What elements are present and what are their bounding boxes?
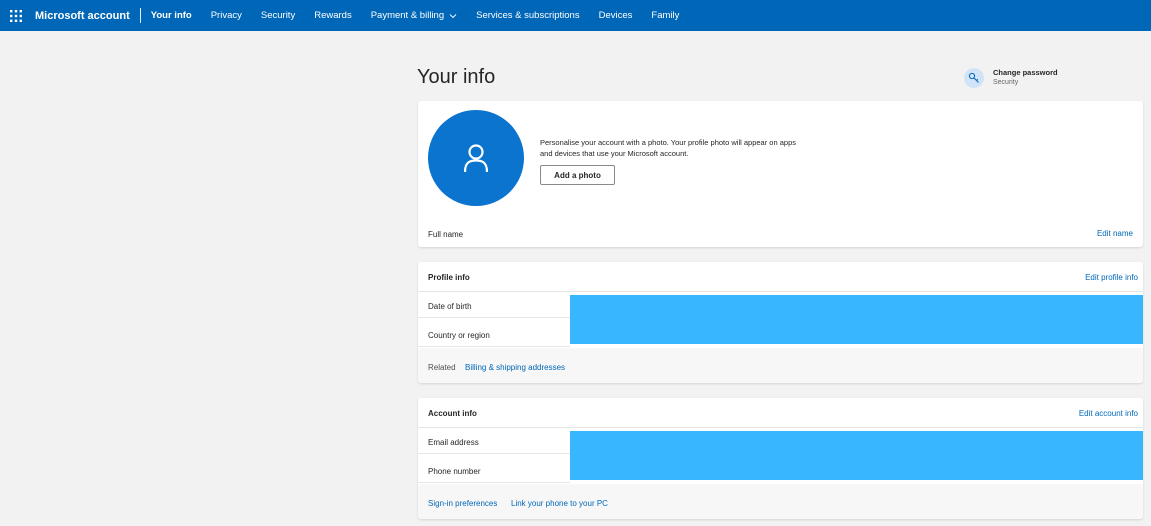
nav-privacy[interactable]: Privacy	[211, 10, 242, 21]
nav-services-subscriptions[interactable]: Services & subscriptions	[476, 10, 579, 21]
change-password-link[interactable]: Change password Security	[964, 68, 1058, 88]
edit-account-info-link[interactable]: Edit account info	[1079, 409, 1138, 418]
full-name-label: Full name	[428, 230, 464, 239]
account-info-card: Account info Edit account info Email add…	[418, 398, 1143, 519]
person-icon	[463, 144, 489, 173]
date-of-birth-label: Date of birth	[428, 302, 472, 311]
edit-name-link[interactable]: Edit name	[1097, 229, 1133, 238]
edit-profile-info-link[interactable]: Edit profile info	[1085, 273, 1138, 282]
billing-shipping-link[interactable]: Billing & shipping addresses	[465, 363, 565, 372]
photo-card: Personalise your account with a photo. Y…	[418, 101, 1143, 247]
profile-info-header: Profile info Edit profile info	[418, 262, 1143, 292]
email-address-label: Email address	[428, 438, 479, 447]
nav-devices[interactable]: Devices	[599, 10, 633, 21]
phone-number-row: Phone number	[418, 457, 570, 483]
nav-rewards[interactable]: Rewards	[314, 10, 352, 21]
avatar[interactable]	[428, 110, 524, 206]
nav-family[interactable]: Family	[651, 10, 679, 21]
change-password-label: Change password	[993, 68, 1058, 77]
country-region-row: Country or region	[418, 321, 570, 347]
nav-divider	[139, 8, 141, 23]
country-region-label: Country or region	[428, 331, 490, 340]
profile-info-title: Profile info	[428, 273, 470, 282]
related-row: Related Billing & shipping addresses	[418, 348, 1143, 383]
profile-info-card: Profile info Edit profile info Date of b…	[418, 262, 1143, 383]
nav-your-info[interactable]: Your info	[151, 10, 192, 21]
app-launcher-icon[interactable]	[1, 0, 31, 31]
phone-number-label: Phone number	[428, 467, 481, 476]
page-title: Your info	[417, 66, 496, 88]
top-nav: Microsoft account Your info Privacy Secu…	[0, 0, 1151, 31]
nav-payment-billing-label: Payment & billing	[370, 10, 445, 21]
email-address-row: Email address	[418, 428, 570, 454]
add-photo-button[interactable]: Add a photo	[540, 165, 615, 185]
brand-link[interactable]: Microsoft account	[35, 10, 130, 22]
sign-in-preferences-link[interactable]: Sign-in preferences	[428, 499, 497, 508]
key-icon	[964, 68, 984, 88]
chevron-down-icon	[449, 13, 457, 18]
photo-description: Personalise your account with a photo. Y…	[540, 138, 796, 158]
link-phone-to-pc-link[interactable]: Link your phone to your PC	[511, 499, 608, 508]
nav-security[interactable]: Security	[261, 10, 295, 21]
redacted-account-values	[570, 431, 1143, 480]
date-of-birth-row: Date of birth	[418, 292, 570, 318]
account-info-header: Account info Edit account info	[418, 398, 1143, 428]
nav-payment-billing[interactable]: Payment & billing	[371, 10, 457, 21]
account-links-row: Sign-in preferences Link your phone to y…	[418, 484, 1143, 519]
redacted-profile-values	[570, 295, 1143, 344]
change-password-sublabel: Security	[993, 79, 1019, 86]
account-info-title: Account info	[428, 409, 477, 418]
related-label: Related	[428, 363, 456, 372]
